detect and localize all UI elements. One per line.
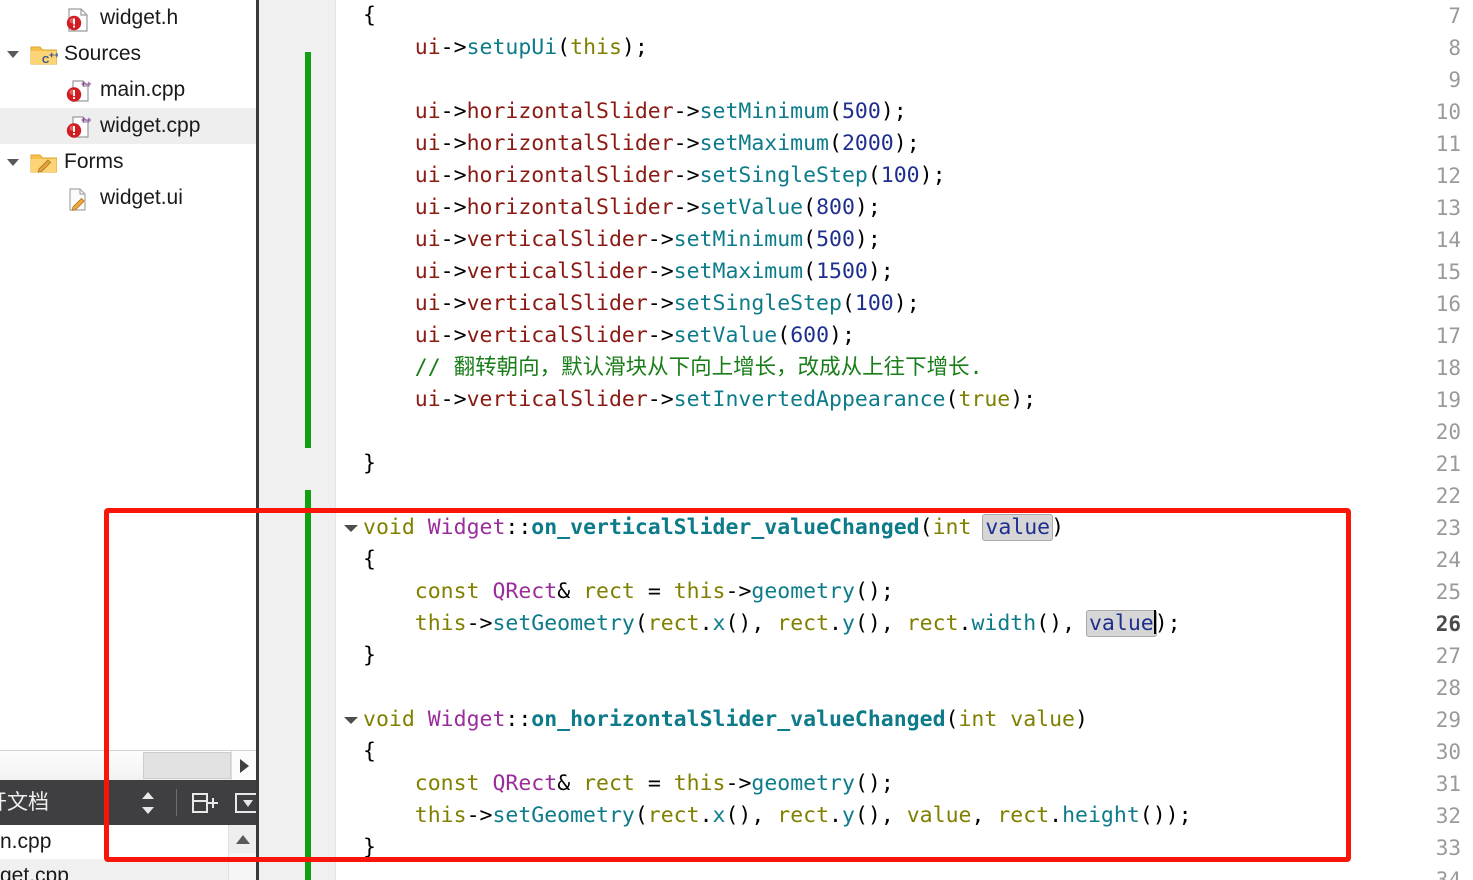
cpp-file-icon: ++ [65,79,92,103]
svg-text:++: ++ [49,50,58,60]
tree-item-sources[interactable]: C ++ Sources [0,36,256,72]
code-line-24[interactable]: { [363,544,376,576]
open-documents-toolbar: 开文档 [0,780,256,825]
code-line-27[interactable]: } [363,640,376,672]
code-line-23[interactable]: void Widget::on_verticalSlider_valueChan… [363,512,1064,544]
scroll-up-arrow-icon[interactable] [229,825,256,853]
code-line-19[interactable]: ui->verticalSlider->setInvertedAppearanc… [363,384,1036,416]
sort-updown-button[interactable] [130,780,166,825]
tree-item-forms[interactable]: Forms [0,144,256,180]
editor-gutter[interactable] [259,0,335,880]
chevron-down-icon[interactable] [2,144,24,180]
code-line-10[interactable]: ui->horizontalSlider->setMinimum(500); [363,96,907,128]
svg-text:++: ++ [81,79,92,89]
tree-item-label: Sources [64,42,142,65]
code-line-25[interactable]: const QRect& rect = this->geometry(); [363,576,894,608]
chevron-down-icon[interactable] [2,36,24,72]
tree-item-widget-h[interactable]: widget.h [0,0,256,36]
code-editor[interactable]: 7 8 9 10 11 12 13 14 15 16 17 18 19 20 2… [259,0,1473,880]
tree-item-main-cpp[interactable]: ++ main.cpp [0,72,256,108]
code-line-26-current[interactable]: this->setGeometry(rect.x(), rect.y(), re… [363,608,1181,640]
tree-item-widget-ui[interactable]: widget.ui [0,180,256,216]
symbol-occurrence-value[interactable]: value [1085,610,1157,637]
code-line-11[interactable]: ui->horizontalSlider->setMaximum(2000); [363,128,920,160]
scroll-right-arrow-icon[interactable] [231,751,256,780]
project-tree[interactable]: widget.h C ++ Sources ++ main.cpp ++ wid… [0,0,256,750]
code-line-14[interactable]: ui->verticalSlider->setMinimum(500); [363,224,881,256]
tree-item-label: widget.h [100,6,179,29]
tree-horizontal-scrollbar[interactable] [0,750,256,780]
open-documents-list[interactable]: n.cpp get.cpp [0,825,256,880]
open-documents-title: 开文档 [0,791,49,814]
qt-creator-window: widget.h C ++ Sources ++ main.cpp ++ wid… [0,0,1473,880]
code-line-8[interactable]: ui->setupUi(this); [363,32,648,64]
tree-item-label: widget.ui [100,186,183,209]
gutter-border [335,0,336,880]
code-line-31[interactable]: const QRect& rect = this->geometry(); [363,768,894,800]
change-bar [305,490,311,880]
folder-ui-icon [30,151,57,175]
list-item[interactable]: get.cpp [0,859,256,880]
code-line-15[interactable]: ui->verticalSlider->setMaximum(1500); [363,256,894,288]
code-line-21[interactable]: } [363,448,376,480]
fold-triangle-icon[interactable] [341,512,361,544]
code-text-area[interactable]: { ui->setupUi(this); ui->horizontalSlide… [363,0,1473,880]
change-bar [305,52,311,448]
close-menu-button[interactable] [228,780,256,825]
svg-text:++: ++ [81,115,92,125]
code-line-7[interactable]: { [363,0,376,32]
tree-item-label: Forms [64,150,124,173]
code-line-33[interactable]: } [363,832,376,864]
code-line-12[interactable]: ui->horizontalSlider->setSingleStep(100)… [363,160,946,192]
ui-file-icon [65,187,91,211]
code-line-29[interactable]: void Widget::on_horizontalSlider_valueCh… [363,704,1088,736]
folder-cpp-icon: C ++ [30,43,60,67]
code-line-17[interactable]: ui->verticalSlider->setValue(600); [363,320,855,352]
tree-item-label: widget.cpp [100,114,201,137]
code-line-16[interactable]: ui->verticalSlider->setSingleStep(100); [363,288,920,320]
split-add-button[interactable] [186,780,224,825]
scrollbar-thumb[interactable] [143,752,231,779]
header-file-icon [65,7,91,32]
code-line-13[interactable]: ui->horizontalSlider->setValue(800); [363,192,881,224]
list-item[interactable]: n.cpp [0,825,256,859]
documents-vertical-scrollbar[interactable] [228,825,256,880]
code-line-30[interactable]: { [363,736,376,768]
code-line-32[interactable]: this->setGeometry(rect.x(), rect.y(), va… [363,800,1192,832]
tree-item-label: main.cpp [100,78,186,101]
tree-item-widget-cpp[interactable]: ++ widget.cpp [0,108,256,144]
toolbar-divider [176,789,177,816]
code-line-18-comment[interactable]: // 翻转朝向，默认滑块从下向上增长，改成从上往下增长. [363,352,983,384]
project-side-panel: widget.h C ++ Sources ++ main.cpp ++ wid… [0,0,256,880]
symbol-occurrence-value[interactable]: value [982,514,1054,541]
fold-triangle-icon[interactable] [341,704,361,736]
cpp-file-icon: ++ [65,115,92,139]
